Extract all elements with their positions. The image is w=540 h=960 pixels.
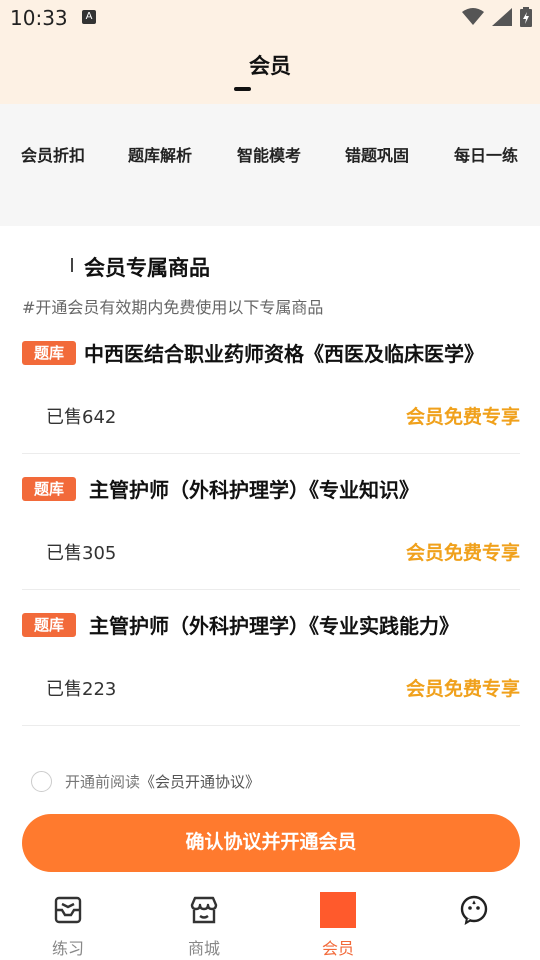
tab-practice[interactable]: 练习 (28, 895, 108, 959)
title-underline (234, 87, 251, 91)
tab-store[interactable]: 商城 (164, 895, 244, 959)
section-title: 会员专属商品 (84, 256, 210, 280)
section-subtitle: #开通会员有效期内免费使用以下专属商品 (22, 298, 324, 317)
inbox-icon (54, 896, 82, 924)
tab-member[interactable]: 会员 (298, 892, 378, 959)
product-name: 主管护师（外科护理学）《专业实践能力》 (89, 614, 459, 638)
confirm-open-membership-button[interactable]: 确认协议并开通会员 (22, 814, 520, 872)
product-free-label: 会员免费专享 (405, 406, 520, 428)
status-bar: 10:33 A (0, 0, 540, 36)
benefit-mistakes: 错题巩固 (345, 146, 410, 165)
benefit-discount: 会员折扣 (21, 146, 86, 165)
status-icons (462, 7, 532, 27)
member-icon (320, 892, 356, 928)
product-sold-count: 已售305 (46, 543, 117, 564)
divider (22, 589, 520, 590)
product-free-label: 会员免费专享 (405, 542, 520, 564)
signal-icon (492, 8, 512, 26)
section-marker (71, 258, 73, 272)
bottom-tab-bar: 练习 商城 会员 (0, 881, 540, 960)
agreement-link[interactable]: 《会员开通协议》 (140, 773, 260, 791)
member-benefits-strip: 会员折扣 题库解析 智能模考 错题巩固 每日一练 (0, 104, 540, 226)
header-area: 10:33 A 会员 (0, 0, 540, 104)
benefit-daily-practice: 每日一练 (454, 146, 519, 165)
product-tag: 题库 (22, 613, 76, 637)
product-tag: 题库 (22, 477, 76, 501)
tab-messages[interactable] (434, 895, 514, 935)
page-title: 会员 (249, 54, 291, 78)
product-name: 主管护师（外科护理学）《专业知识》 (89, 478, 419, 502)
battery-icon (520, 7, 532, 27)
tab-member-label: 会员 (321, 939, 354, 958)
notification-a-icon: A (82, 10, 96, 24)
benefit-analysis: 题库解析 (128, 146, 193, 165)
product-sold-count: 已售223 (46, 679, 117, 700)
tab-store-label: 商城 (187, 939, 220, 958)
chat-bubble-icon (460, 895, 488, 925)
agreement-prefix: 开通前阅读 (65, 773, 141, 791)
benefit-mock-exam: 智能模考 (237, 146, 302, 165)
divider (22, 453, 520, 454)
product-name: 中西医结合职业药师资格《西医及临床医学》 (84, 342, 484, 366)
product-free-label: 会员免费专享 (405, 678, 520, 700)
agreement-text: 开通前阅读《会员开通协议》 (65, 771, 260, 792)
wifi-icon (462, 8, 484, 25)
agreement-checkbox[interactable] (31, 771, 52, 792)
product-tag: 题库 (22, 341, 76, 365)
product-sold-count: 已售642 (46, 407, 117, 428)
status-time: 10:33 (10, 6, 68, 30)
divider (22, 725, 520, 726)
store-icon (190, 896, 218, 924)
tab-practice-label: 练习 (51, 939, 84, 958)
